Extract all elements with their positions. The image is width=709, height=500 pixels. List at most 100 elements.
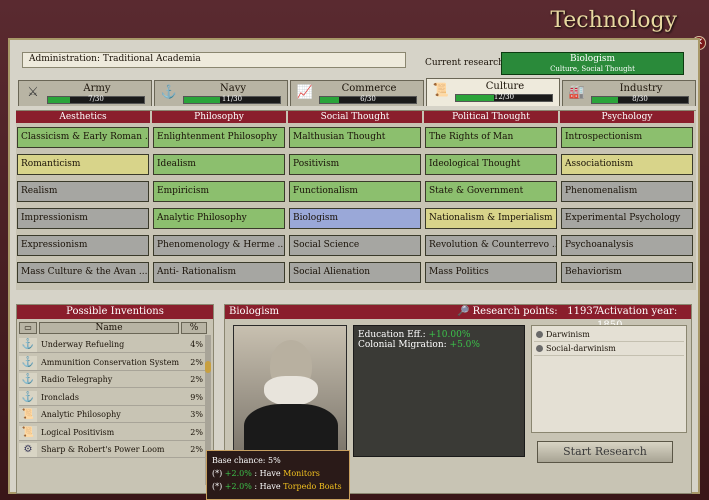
tab-culture[interactable]: 📜 Culture 12/30 — [426, 78, 560, 106]
tech-item[interactable]: Nationalism & Imperialism — [425, 208, 557, 229]
tech-item[interactable]: Impressionism — [17, 208, 149, 229]
tech-item[interactable]: Social Alienation — [289, 262, 421, 283]
current-research-box[interactable]: Biologism Culture, Social Thought — [501, 52, 684, 75]
invention-row[interactable]: ⚓ Ammunition Conservation System 2% — [19, 355, 207, 371]
tech-item[interactable]: Positivism — [289, 154, 421, 175]
technology-window: Technology ✕ Administration: Traditional… — [0, 0, 709, 500]
tech-item[interactable]: Realism — [17, 181, 149, 202]
tech-item[interactable]: Romanticism — [17, 154, 149, 175]
unlock-item[interactable]: Social-darwinism — [534, 342, 684, 356]
ay-label: Activation year: — [597, 306, 678, 317]
start-research-button[interactable]: Start Research — [537, 441, 673, 463]
tech-item[interactable]: Malthusian Thought — [289, 127, 421, 148]
scroll-icon: 📜 — [19, 408, 37, 422]
tab-industry[interactable]: 🏭 Industry 8/30 — [562, 80, 696, 106]
anchor-icon: ⚓ — [19, 373, 37, 387]
research-points: 🔎 Research points: 11937 — [457, 306, 600, 317]
unlock-item[interactable]: Darwinism — [534, 328, 684, 342]
invention-name: Ironclads — [41, 392, 79, 402]
factory-icon: 🏭 — [568, 85, 586, 100]
scroll-thumb[interactable] — [205, 361, 211, 373]
detail-header: Biologism 🔎 Research points: 11937 Activ… — [225, 305, 691, 331]
tab-progress-text: 12/30 — [493, 93, 515, 101]
tech-item[interactable]: Functionalism — [289, 181, 421, 202]
effect-line: Education Eff.: +10.00% — [358, 330, 520, 340]
tooltip-line: (*) +2.0% : Have Torpedo Boats — [212, 480, 344, 493]
factory-icon: ⚙ — [19, 443, 37, 457]
column-header: Psychology — [560, 111, 694, 123]
tooltip-mid: : Have — [254, 482, 281, 491]
tech-item[interactable]: Phenomenalism — [561, 181, 693, 202]
invention-tooltip: Base chance: 5% (*) +2.0% : Have Monitor… — [206, 450, 350, 500]
tooltip-value: +2.0% — [224, 482, 252, 491]
invention-pct: 9% — [190, 392, 203, 402]
invention-name: Sharp & Robert's Power Loom — [41, 445, 165, 454]
tech-item[interactable]: Revolution & Counterrevo ... — [425, 235, 557, 256]
tooltip-base: Base chance: 5% — [212, 456, 281, 465]
tech-item[interactable]: Introspectionism — [561, 127, 693, 148]
sword-icon: ⚔ — [27, 85, 39, 100]
rp-value: 11937 — [567, 306, 600, 317]
tech-item[interactable]: Psychoanalysis — [561, 235, 693, 256]
anchor-icon: ⚓ — [19, 338, 37, 352]
invention-name: Analytic Philosophy — [41, 410, 121, 419]
tech-item[interactable]: The Rights of Man — [425, 127, 557, 148]
tech-item[interactable]: Behaviorism — [561, 262, 693, 283]
tech-item[interactable]: Ideological Thought — [425, 154, 557, 175]
anchor-icon: ⚓ — [160, 85, 178, 100]
tech-panel: Administration: Traditional Academia Cur… — [8, 38, 700, 494]
portrait-beard — [264, 376, 318, 406]
tooltip-item: Monitors — [283, 469, 320, 478]
tech-item[interactable]: Anti- Rationalism — [153, 262, 285, 283]
unlocks-list: Darwinism Social-darwinism — [531, 325, 687, 433]
tech-tree-grid: Aesthetics Classicism & Early Roman ... Ro… — [16, 110, 696, 290]
effect-label: Education Eff.: — [358, 330, 426, 340]
invention-row[interactable]: ⚓ Ironclads 9% — [19, 390, 207, 406]
tech-item[interactable]: Social Science — [289, 235, 421, 256]
tooltip-item: Torpedo Boats — [283, 482, 342, 491]
tech-item[interactable]: Classicism & Early Roman ... — [17, 127, 149, 148]
invention-row[interactable]: 📜 Logical Positivism 2% — [19, 425, 207, 441]
tech-item[interactable]: Associationism — [561, 154, 693, 175]
tech-item[interactable]: Empiricism — [153, 181, 285, 202]
tech-column: Psychology Introspectionism Associationism… — [560, 111, 694, 289]
col-pct-header[interactable]: % — [181, 322, 207, 334]
detail-title: Biologism — [229, 306, 279, 317]
tab-progress-text: 6/30 — [360, 95, 376, 103]
tab-army[interactable]: ⚔ Army 7/30 — [18, 80, 152, 106]
invention-pct: 2% — [190, 357, 203, 367]
tech-item[interactable]: Idealism — [153, 154, 285, 175]
col-name-header[interactable]: Name — [39, 322, 179, 334]
column-header: Philosophy — [152, 111, 286, 123]
column-header: Political Thought — [424, 111, 558, 123]
tech-item[interactable]: Phenomenology & Herme ... — [153, 235, 285, 256]
tab-commerce[interactable]: 📈 Commerce 6/30 — [290, 80, 424, 106]
folder-icon[interactable]: ▭ — [19, 322, 37, 334]
tech-item[interactable]: Mass Politics — [425, 262, 557, 283]
tab-navy[interactable]: ⚓ Navy 11/30 — [154, 80, 288, 106]
invention-row[interactable]: ⚓ Radio Telegraphy 2% — [19, 372, 207, 388]
tech-item[interactable]: Analytic Philosophy — [153, 208, 285, 229]
tech-column: Political Thought The Rights of Man Ideolo… — [424, 111, 558, 289]
invention-row[interactable]: ⚙ Sharp & Robert's Power Loom 2% — [19, 442, 207, 458]
tech-item[interactable]: Biologism — [289, 208, 421, 229]
tech-item[interactable]: Enlightenment Philosophy — [153, 127, 285, 148]
invention-pct: 2% — [190, 445, 203, 454]
current-research-name: Biologism — [570, 54, 615, 64]
tech-item[interactable]: Mass Culture & the Avan ... — [17, 262, 149, 283]
scroll-icon: 📜 — [432, 83, 450, 98]
effect-line: Colonial Migration: +5.0% — [358, 340, 520, 350]
admin-label: Administration: — [29, 54, 100, 64]
invention-row[interactable]: ⚓ Underway Refueling 4% — [19, 337, 207, 353]
tab-progress-text: 7/30 — [88, 95, 104, 103]
invention-row[interactable]: 📜 Analytic Philosophy 3% — [19, 407, 207, 423]
tech-portrait — [233, 325, 347, 458]
tech-item[interactable]: State & Government — [425, 181, 557, 202]
administration-bar: Administration: Traditional Academia — [22, 52, 406, 68]
tech-item[interactable]: Experimental Psychology — [561, 208, 693, 229]
tech-item[interactable]: Expressionism — [17, 235, 149, 256]
possible-inventions-panel: Possible Inventions ▭ Name % ⚓ Underway R… — [16, 304, 214, 494]
tab-progress-bar: 8/30 — [591, 95, 689, 104]
invention-pct: 4% — [190, 340, 203, 349]
invention-pct: 3% — [190, 410, 203, 419]
